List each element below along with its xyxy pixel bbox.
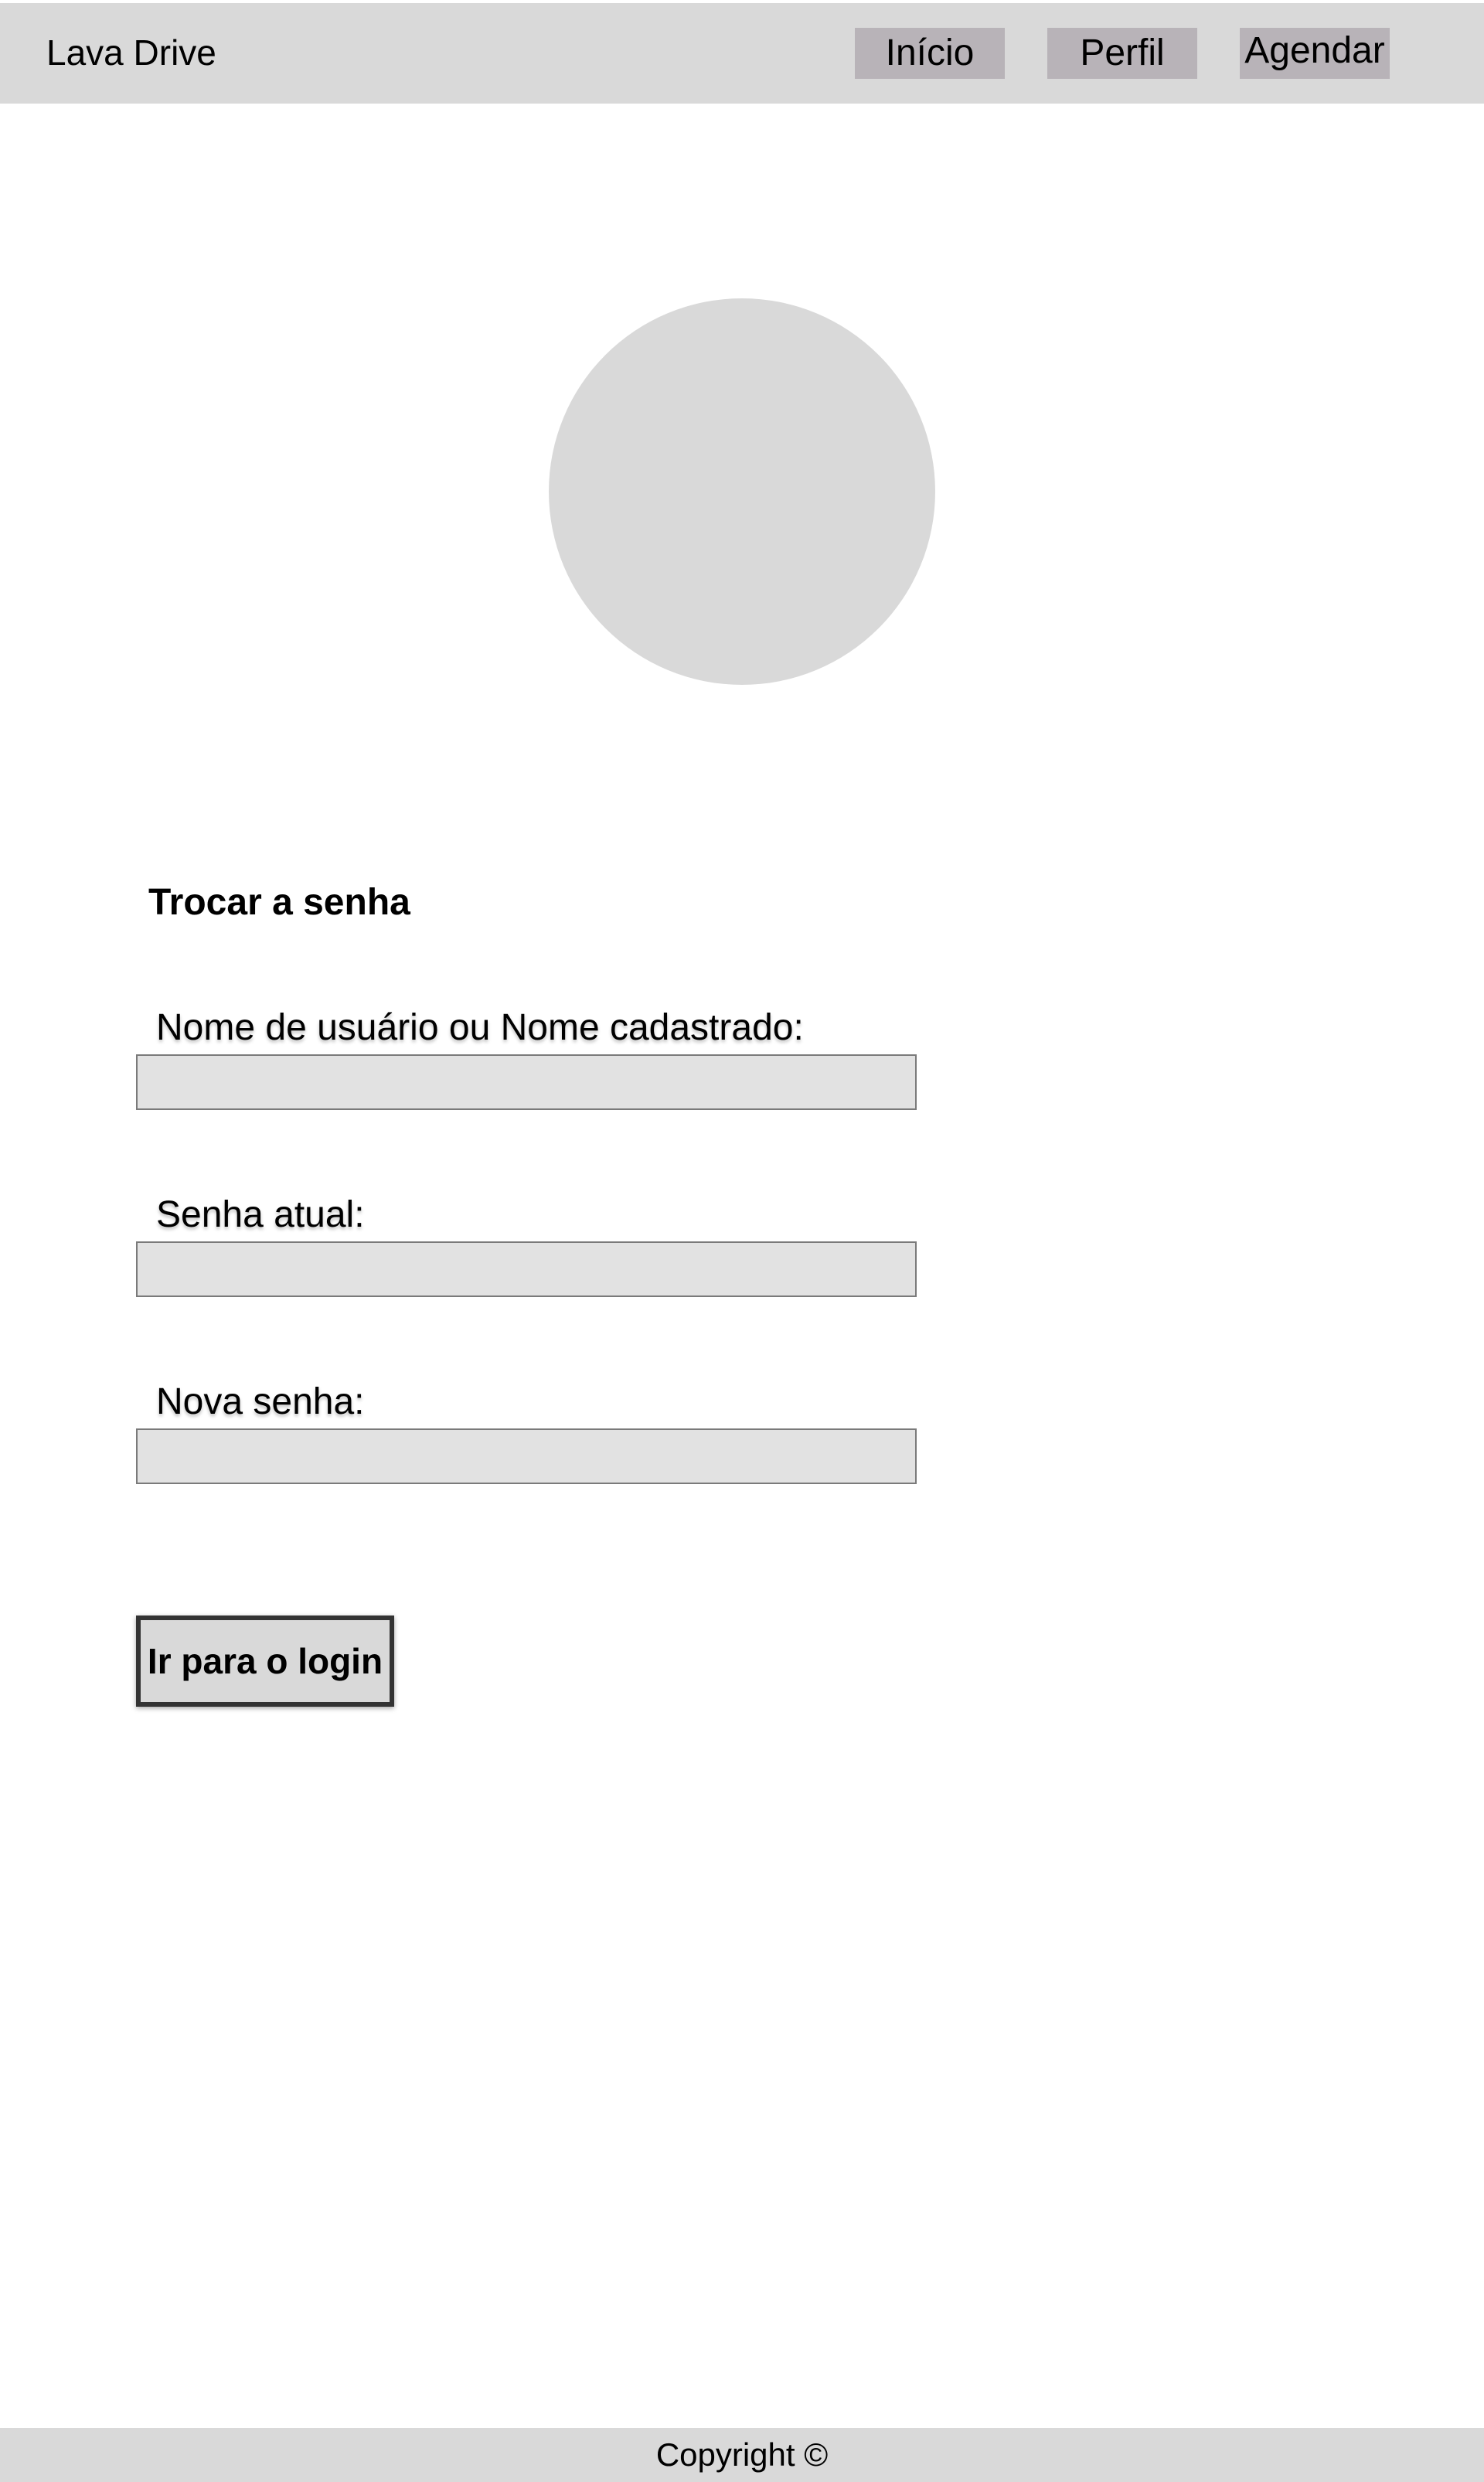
go-to-login-button[interactable]: Ir para o login (136, 1616, 394, 1707)
footer: Copyright © (0, 2428, 1484, 2482)
top-navbar: Lava Drive Início Perfil Agendar (0, 3, 1484, 104)
nav-perfil-button[interactable]: Perfil (1047, 28, 1197, 79)
nav-inicio-button[interactable]: Início (855, 28, 1005, 79)
username-field[interactable] (136, 1054, 917, 1110)
change-password-title: Trocar a senha (148, 882, 410, 923)
new-password-field[interactable] (136, 1428, 917, 1484)
new-password-label: Nova senha: (156, 1381, 365, 1422)
brand-logo-text[interactable]: Lava Drive (46, 28, 216, 77)
copyright-text: Copyright © (655, 2436, 829, 2473)
current-password-field[interactable] (136, 1241, 917, 1297)
username-label: Nome de usuário ou Nome cadastrado: (156, 1007, 804, 1048)
profile-avatar[interactable] (549, 298, 935, 685)
current-password-label: Senha atual: (156, 1194, 365, 1235)
nav-agendar-button[interactable]: Agendar (1240, 28, 1390, 79)
